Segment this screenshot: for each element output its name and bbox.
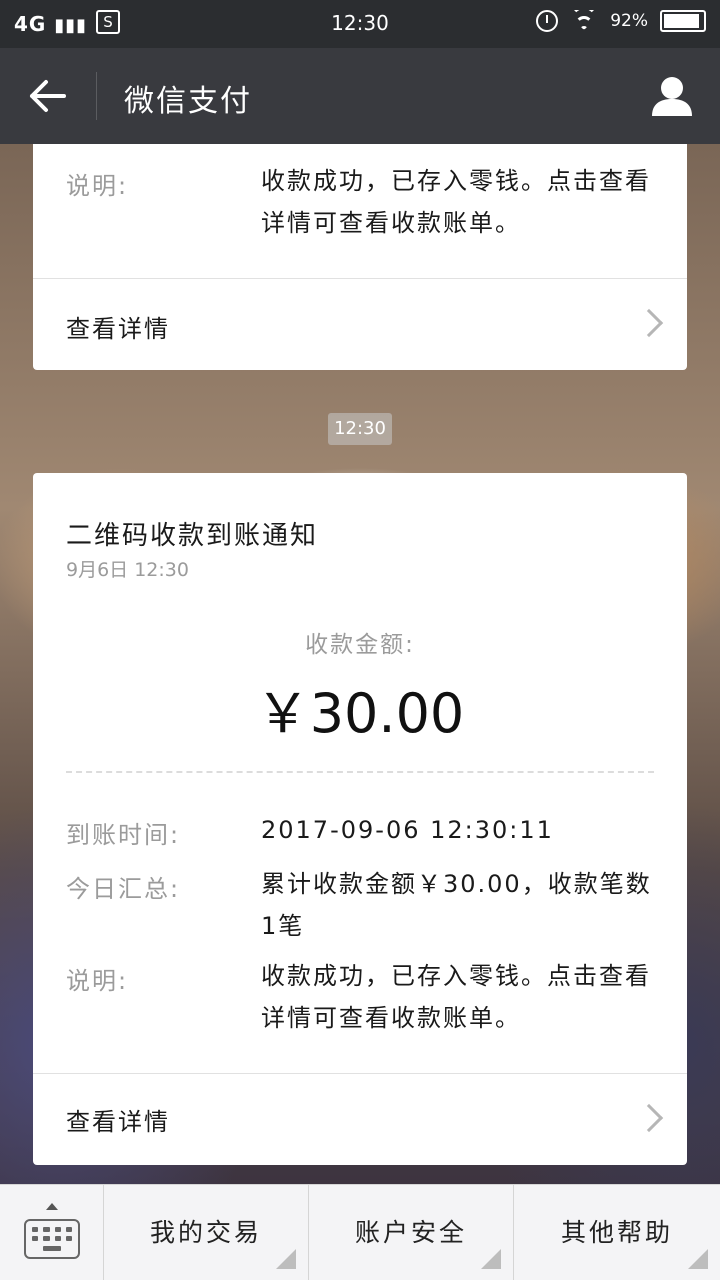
keyboard-toggle-button[interactable] <box>0 1185 104 1280</box>
chat-timestamp: 12:30 <box>328 413 392 445</box>
daily-summary-label: 今日汇总: <box>66 875 181 903</box>
page-title: 微信支付 <box>124 84 252 119</box>
profile-icon[interactable] <box>650 74 694 118</box>
amount-value: ￥30.00 <box>255 682 465 745</box>
chevron-right-icon <box>634 308 664 338</box>
submenu-indicator-icon <box>276 1249 296 1269</box>
menu-label: 账户安全 <box>354 1218 467 1247</box>
dashed-divider <box>66 771 654 773</box>
caret-up-icon <box>46 1203 58 1210</box>
daily-summary-value: 累计收款金额￥30.00，收款笔数1笔 <box>261 870 652 940</box>
desc-label: 说明: <box>66 172 129 200</box>
menu-account-security[interactable]: 账户安全 <box>309 1185 514 1280</box>
status-bar: 4G ▮▮▮ S 12:30 92% <box>0 0 720 48</box>
status-right-group: 92% <box>536 10 706 32</box>
nav-bar: 微信支付 <box>0 48 720 144</box>
menu-label: 其他帮助 <box>560 1218 673 1247</box>
battery-percent: 92% <box>610 11 648 31</box>
back-arrow-icon[interactable] <box>28 76 68 116</box>
message-card-previous: 说明: 收款成功，已存入零钱。点击查看详情可查看收款账单。 查看详情 <box>33 144 687 370</box>
payment-notice-card: 二维码收款到账通知 9月6日 12:30 收款金额: ￥30.00 到账时间: … <box>33 473 687 1165</box>
notice-date: 9月6日 12:30 <box>66 559 189 581</box>
view-details-row[interactable]: 查看详情 <box>33 279 687 370</box>
menu-label: 我的交易 <box>149 1218 262 1247</box>
keyboard-icon <box>24 1219 80 1259</box>
menu-other-help[interactable]: 其他帮助 <box>514 1185 720 1280</box>
alarm-icon <box>536 10 559 32</box>
amount-label: 收款金额: <box>305 632 415 658</box>
battery-icon <box>660 10 706 32</box>
desc-value: 收款成功，已存入零钱。点击查看详情可查看收款账单。 <box>261 167 651 237</box>
view-details-row[interactable]: 查看详情 <box>33 1074 687 1165</box>
view-details-label: 查看详情 <box>66 1108 170 1136</box>
nav-divider <box>96 72 97 120</box>
notice-title: 二维码收款到账通知 <box>66 521 319 551</box>
bottom-menu-bar: 我的交易 账户安全 其他帮助 <box>0 1184 720 1280</box>
arrival-time-value: 2017-09-06 12:30:11 <box>261 816 554 844</box>
desc-label: 说明: <box>66 967 129 995</box>
wifi-icon <box>570 10 598 32</box>
arrival-time-label: 到账时间: <box>66 821 181 849</box>
submenu-indicator-icon <box>688 1249 708 1269</box>
menu-my-transactions[interactable]: 我的交易 <box>104 1185 309 1280</box>
submenu-indicator-icon <box>481 1249 501 1269</box>
chevron-right-icon <box>634 1103 664 1133</box>
desc-value: 收款成功，已存入零钱。点击查看详情可查看收款账单。 <box>261 962 651 1032</box>
view-details-label: 查看详情 <box>66 315 170 343</box>
